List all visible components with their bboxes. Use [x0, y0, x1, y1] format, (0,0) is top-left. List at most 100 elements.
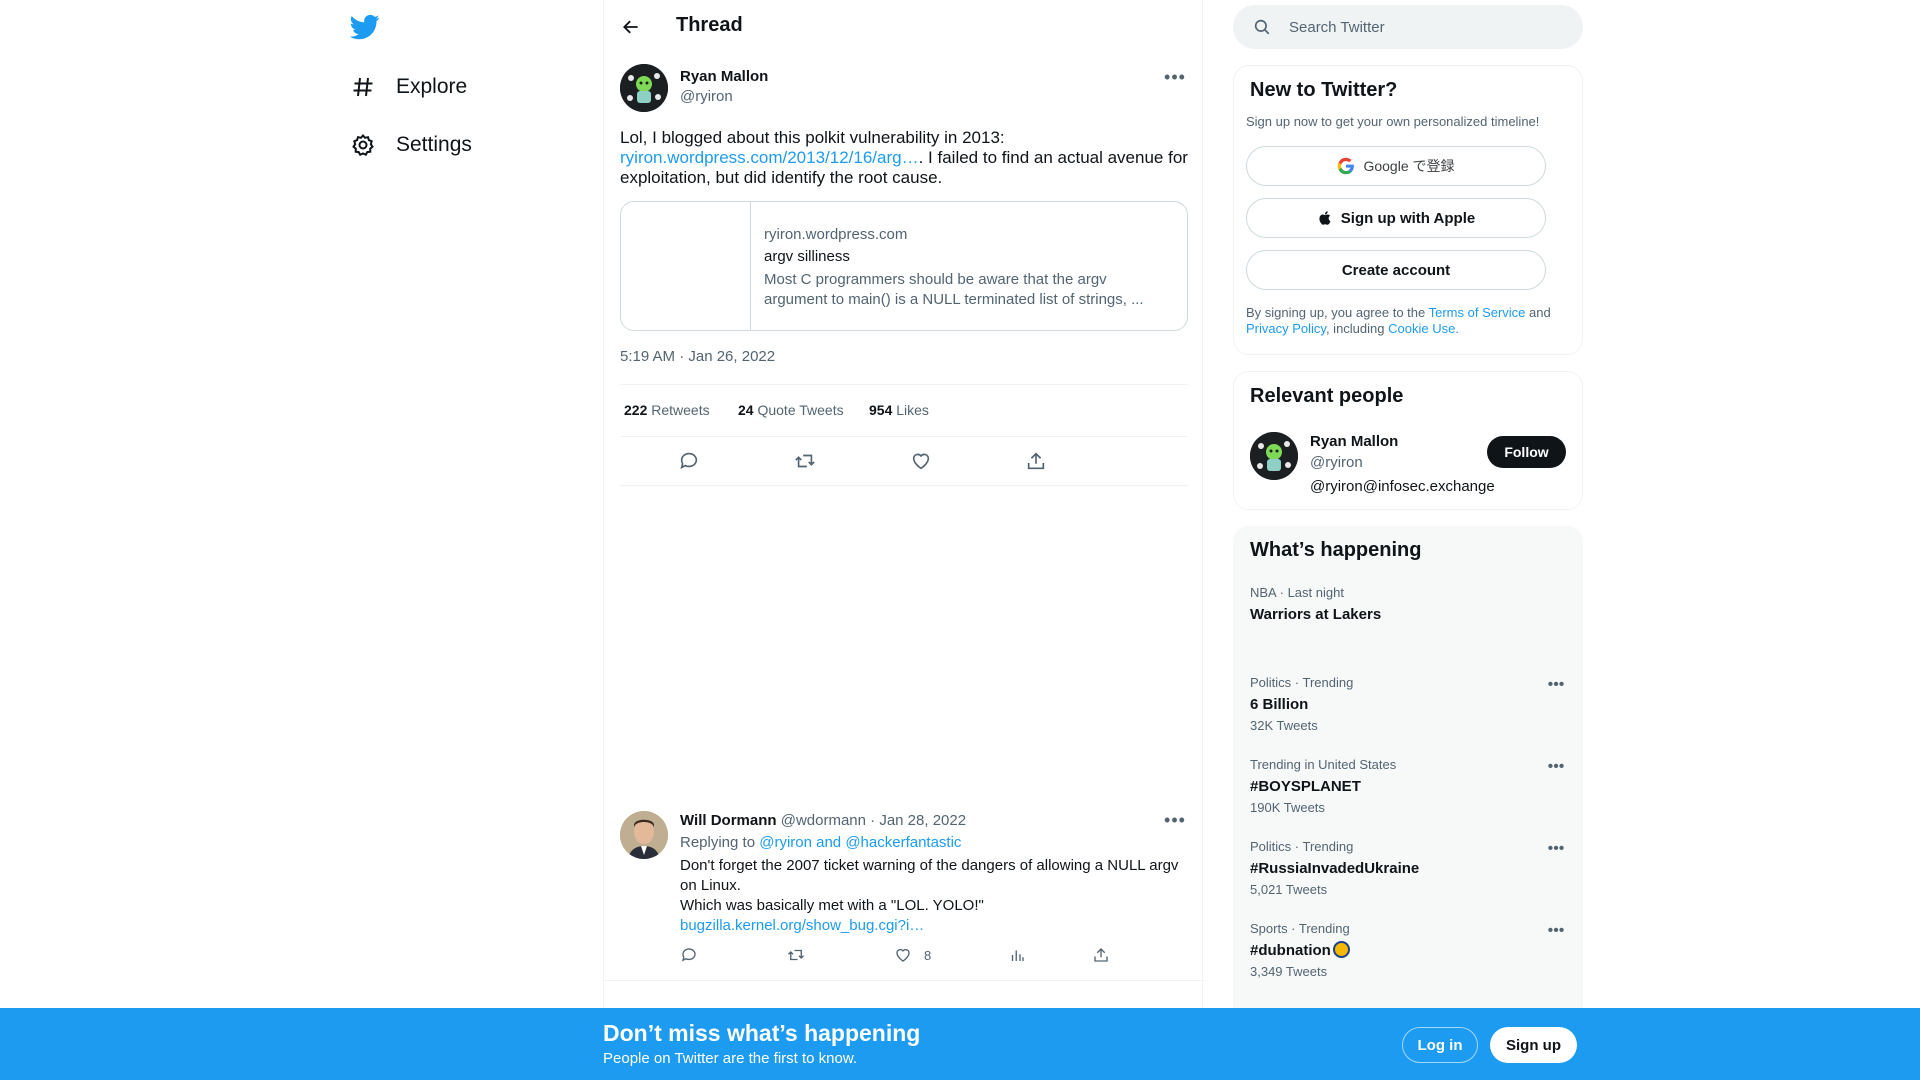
- person-name[interactable]: Ryan Mallon: [1310, 433, 1398, 450]
- nav-explore[interactable]: Explore: [350, 67, 467, 107]
- like-icon: [896, 948, 910, 962]
- quote-tweets-stat[interactable]: 24 Quote Tweets: [738, 402, 844, 418]
- search-bar[interactable]: [1233, 5, 1583, 49]
- retweets-count: 222: [624, 402, 648, 418]
- create-account-button[interactable]: Create account: [1246, 250, 1546, 290]
- trend-name: #RussiaInvadedUkraine: [1250, 860, 1420, 877]
- share-icon[interactable]: [1092, 946, 1122, 964]
- card-domain: ryiron.wordpress.com: [764, 226, 908, 243]
- share-icon[interactable]: [1024, 449, 1048, 473]
- divider: [604, 980, 1204, 981]
- retweet-icon[interactable]: [787, 946, 817, 964]
- terms-text: By signing up, you agree to the Terms of…: [1246, 305, 1571, 337]
- nav-settings[interactable]: Settings: [350, 125, 472, 165]
- cookie-use-link[interactable]: Cookie Use.: [1388, 321, 1459, 336]
- more-options-icon[interactable]: •••: [1544, 676, 1568, 693]
- reply-text: Don't forget the 2007 ticket warning of …: [680, 856, 1180, 936]
- privacy-policy-link[interactable]: Privacy Policy: [1246, 321, 1326, 336]
- trend-count: 3,349 Tweets: [1250, 964, 1328, 979]
- whats-happening-panel: What’s happening NBA · Last night Warrio…: [1233, 526, 1583, 1026]
- reply-author-name[interactable]: Will Dormann: [680, 812, 777, 829]
- google-signup-button[interactable]: Google で登録: [1246, 146, 1546, 186]
- card-title: argv silliness: [764, 248, 850, 265]
- likes-count: 954: [869, 402, 893, 418]
- tweet-link[interactable]: ryiron.wordpress.com/2013/12/16/arg…: [620, 148, 919, 167]
- reply-date[interactable]: · Jan 28, 2022: [870, 812, 966, 829]
- trend-name: #BOYSPLANET: [1250, 778, 1361, 795]
- back-arrow-icon[interactable]: [617, 13, 645, 41]
- warriors-logo-icon: [1332, 941, 1350, 958]
- person-handle[interactable]: @ryiron: [1310, 454, 1363, 471]
- terms-part: By signing up, you agree to the: [1246, 305, 1429, 320]
- likes-stat[interactable]: 954 Likes: [869, 402, 929, 418]
- trend-item[interactable]: NBA · Last night Warriors at Lakers: [1250, 585, 1570, 625]
- like-icon[interactable]: [909, 449, 933, 473]
- gear-icon: [350, 132, 376, 158]
- follow-button[interactable]: Follow: [1487, 436, 1566, 468]
- trend-category: Politics · Trending: [1250, 675, 1354, 690]
- tweet-actions: [620, 437, 1188, 486]
- replying-prefix: Replying to: [680, 834, 756, 851]
- search-input[interactable]: [1289, 15, 1559, 39]
- banner-subtitle: People on Twitter are the first to know.: [603, 1050, 858, 1067]
- signup-button[interactable]: Sign up: [1490, 1027, 1577, 1063]
- avatar[interactable]: [620, 64, 668, 112]
- reply-actions: 8: [680, 946, 1180, 970]
- person-bio: @ryiron@infosec.exchange: [1310, 478, 1495, 495]
- signup-banner: Don’t miss what’s happening People on Tw…: [0, 1008, 1920, 1080]
- tweet-stats: 222 Retweets 24 Quote Tweets 954 Likes: [620, 384, 1188, 437]
- trend-item[interactable]: Sports · Trending #dubnation 3,349 Tweet…: [1250, 921, 1570, 980]
- relevant-people-panel: Relevant people Ryan Mallon @ryiron @ryi…: [1233, 371, 1583, 510]
- reply-line: Which was basically met with a "LOL. YOL…: [680, 897, 984, 914]
- trend-count: 190K Tweets: [1250, 800, 1325, 815]
- retweets-label: Retweets: [651, 402, 710, 418]
- more-options-icon[interactable]: •••: [1163, 67, 1187, 87]
- whats-happening-title: What’s happening: [1250, 539, 1422, 561]
- terms-of-service-link[interactable]: Terms of Service: [1429, 305, 1526, 320]
- reply-icon[interactable]: [677, 449, 701, 473]
- more-options-icon[interactable]: •••: [1544, 758, 1568, 775]
- analytics-icon[interactable]: [1008, 946, 1038, 964]
- relevant-people-title: Relevant people: [1250, 385, 1404, 407]
- like-count: 8: [924, 947, 932, 963]
- reply-link[interactable]: bugzilla.kernel.org/show_bug.cgi?i…: [680, 916, 1180, 936]
- replying-to-users[interactable]: @ryiron and @hackerfantastic: [759, 834, 961, 851]
- login-button[interactable]: Log in: [1402, 1027, 1478, 1063]
- google-signup-label: Google で登録: [1363, 158, 1455, 174]
- reply-author-handle[interactable]: @wdormann: [781, 812, 866, 829]
- like-button[interactable]: 8: [894, 946, 931, 964]
- trend-count: 32K Tweets: [1250, 718, 1318, 733]
- trend-item[interactable]: Politics · Trending #RussiaInvadedUkrain…: [1250, 839, 1570, 898]
- trend-item[interactable]: Politics · Trending 6 Billion 32K Tweets…: [1250, 675, 1570, 734]
- search-icon: [1253, 18, 1271, 36]
- author-name[interactable]: Ryan Mallon: [680, 68, 768, 85]
- trend-name: #dubnation: [1250, 942, 1331, 959]
- more-options-icon[interactable]: •••: [1163, 810, 1187, 830]
- retweet-icon[interactable]: [793, 449, 817, 473]
- tweet-text: Lol, I blogged about this polkit vulnera…: [620, 128, 1190, 188]
- signup-panel: New to Twitter? Sign up now to get your …: [1233, 65, 1583, 355]
- quotes-label: Quote Tweets: [757, 402, 844, 418]
- author-handle[interactable]: @ryiron: [680, 88, 733, 105]
- trend-name: Warriors at Lakers: [1250, 606, 1382, 623]
- page-title: Thread: [676, 14, 743, 36]
- more-options-icon[interactable]: •••: [1544, 840, 1568, 857]
- avatar[interactable]: [620, 811, 668, 859]
- terms-part: , including: [1325, 321, 1389, 336]
- retweets-stat[interactable]: 222 Retweets: [624, 402, 710, 418]
- reply-icon[interactable]: [680, 946, 710, 964]
- likes-label: Likes: [896, 402, 929, 418]
- trend-name: 6 Billion: [1250, 696, 1309, 713]
- avatar[interactable]: [1250, 432, 1298, 480]
- card-thumbnail: [621, 202, 751, 330]
- card-description: Most C programmers should be aware that …: [764, 271, 1144, 308]
- trend-item[interactable]: Trending in United States #BOYSPLANET 19…: [1250, 757, 1570, 816]
- apple-icon: [1319, 211, 1331, 225]
- tweet-timestamp[interactable]: 5:19 AM · Jan 26, 2022: [620, 348, 775, 365]
- nav-settings-label: Settings: [396, 133, 472, 156]
- link-preview-card[interactable]: ryiron.wordpress.com argv silliness Most…: [620, 201, 1188, 331]
- twitter-bird-icon[interactable]: [349, 12, 382, 44]
- google-icon: [1338, 157, 1355, 175]
- more-options-icon[interactable]: •••: [1544, 922, 1568, 939]
- apple-signup-button[interactable]: Sign up with Apple: [1246, 198, 1546, 238]
